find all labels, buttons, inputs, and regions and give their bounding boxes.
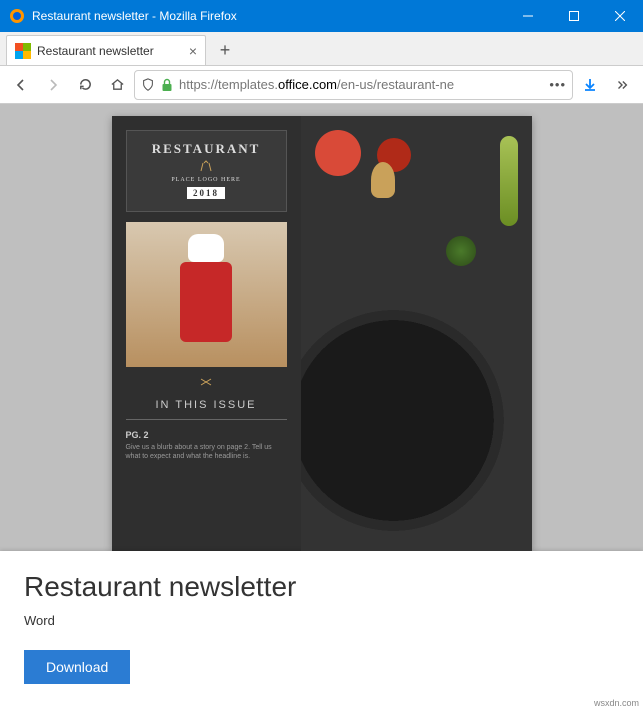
overflow-button[interactable] xyxy=(607,70,637,100)
tab-strip: Restaurant newsletter × + xyxy=(0,32,643,66)
new-tab-button[interactable]: + xyxy=(210,35,240,65)
content-area: RESTAURANT PLACE LOGO HERE 2018 IN THIS … xyxy=(0,104,643,710)
shield-icon xyxy=(141,78,155,92)
tab-active[interactable]: Restaurant newsletter × xyxy=(6,35,206,65)
watermark: wsxdn.com xyxy=(594,698,639,708)
downloads-button[interactable] xyxy=(575,70,605,100)
template-logo: RESTAURANT PLACE LOGO HERE 2018 xyxy=(126,130,287,212)
download-button[interactable]: Download xyxy=(24,650,130,684)
template-app: Word xyxy=(24,613,619,628)
microsoft-favicon xyxy=(15,43,31,59)
template-preview: RESTAURANT PLACE LOGO HERE 2018 IN THIS … xyxy=(112,116,532,551)
back-button[interactable] xyxy=(6,70,36,100)
tab-label: Restaurant newsletter xyxy=(37,44,183,58)
url-text: https://templates.office.com/en-us/resta… xyxy=(179,77,543,92)
template-chef-image xyxy=(126,222,287,367)
template-preview-area: RESTAURANT PLACE LOGO HERE 2018 IN THIS … xyxy=(0,104,643,551)
reload-button[interactable] xyxy=(70,70,100,100)
titlebar: Restaurant newsletter - Mozilla Firefox xyxy=(0,0,643,32)
forward-button[interactable] xyxy=(38,70,68,100)
close-window-button[interactable] xyxy=(597,0,643,32)
page-actions-icon[interactable]: ••• xyxy=(549,77,566,92)
minimize-button[interactable] xyxy=(505,0,551,32)
close-tab-icon[interactable]: × xyxy=(189,43,197,59)
home-button[interactable] xyxy=(102,70,132,100)
template-issue-block: IN THIS ISSUE PG. 2 Give us a blurb abou… xyxy=(126,377,287,461)
window-title: Restaurant newsletter - Mozilla Firefox xyxy=(32,9,505,23)
firefox-icon xyxy=(8,7,26,25)
template-info-panel: Restaurant newsletter Word Download xyxy=(0,551,643,710)
template-food-image xyxy=(301,116,532,551)
template-title: Restaurant newsletter xyxy=(24,571,619,603)
lock-icon xyxy=(161,78,173,92)
toolbar: https://templates.office.com/en-us/resta… xyxy=(0,66,643,104)
maximize-button[interactable] xyxy=(551,0,597,32)
address-bar[interactable]: https://templates.office.com/en-us/resta… xyxy=(134,70,573,100)
